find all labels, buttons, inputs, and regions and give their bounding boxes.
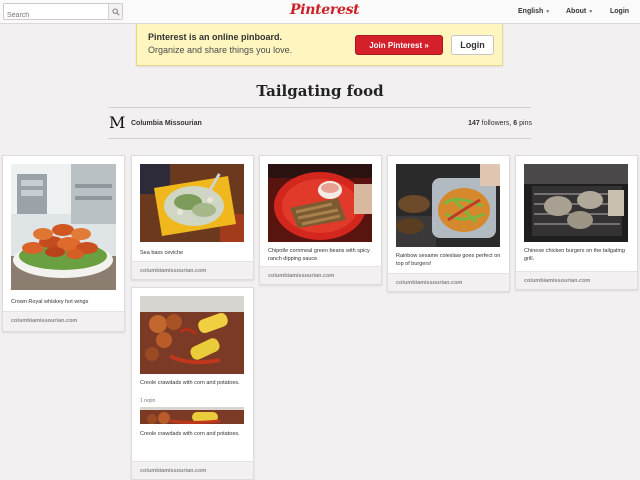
language-label: English [518,8,544,15]
divider [108,107,531,108]
about-label: About [566,8,587,15]
pin-description: Sea bass ceviche [140,250,184,256]
chevron-down-icon: ▼ [588,9,594,15]
owner-name-link[interactable]: Columbia Missourian [131,120,202,127]
pin-source-link[interactable]: columbiamissourian.com [388,273,509,291]
banner-login-button[interactable]: Login [451,35,494,55]
nav-login-link[interactable]: Login [610,8,629,15]
pin-description: Rainbow sesame coleslaw goes perfect on … [396,253,501,267]
pin-description: Creole crawdads with corn and potatoes. [140,380,240,386]
search-button[interactable] [108,4,122,19]
pin-source-link[interactable]: columbiamissourian.com [260,266,381,284]
search-input[interactable] [4,8,104,23]
pin-image-green-beans[interactable] [268,164,372,242]
pins-label: pins [519,120,532,127]
search-box[interactable] [3,3,123,23]
followers-label: followers, [481,120,512,127]
language-menu[interactable]: English ▼ [518,8,550,15]
banner-subtitle: Organize and share things you love. [148,45,293,55]
signup-banner: Pinterest is an online pinboard. Organiz… [136,24,503,66]
top-nav: Pinterest English▼ About▼ Login [0,0,640,24]
pin-card[interactable]: Crown Royal whiskey hot wings columbiami… [2,155,125,332]
pin-description: Chipotle cornmeal green beans with spicy… [268,248,370,262]
banner-title: Pinterest is an online pinboard. [148,32,283,42]
pins-count: 6 [513,120,518,127]
chevron-down-icon: ▼ [545,9,551,15]
pin-card[interactable]: Chipotle cornmeal green beans with spicy… [259,155,382,285]
pin-image-wings[interactable] [11,164,116,290]
pin-description: Chinese chicken burgers on the tailgatin… [524,248,625,262]
pin-description: Creole crawdads with corn and potatoes. [140,431,240,437]
pin-card[interactable]: Creole crawdads with corn and potatoes. … [131,287,254,480]
pin-source-link[interactable]: columbiamissourian.com [3,311,124,331]
pin-card[interactable]: Rainbow sesame coleslaw goes perfect on … [387,155,510,292]
repin-count: 1 repin [140,398,156,404]
pin-source-link[interactable]: columbiamissourian.com [132,261,253,279]
pin-description: Crown Royal whiskey hot wings [11,299,89,305]
about-menu[interactable]: About ▼ [566,8,593,15]
search-icon [111,7,120,16]
pin-card[interactable]: Sea bass ceviche columbiamissourian.com [131,155,254,280]
join-pinterest-button[interactable]: Join Pinterest » [355,35,443,55]
divider [108,138,531,139]
board-title: Tailgating food [256,82,384,100]
board-stats: 147 followers, 6 pins [468,120,532,127]
pin-source-link[interactable]: columbiamissourian.com [132,461,253,479]
pin-image-crawdads-strip[interactable] [140,407,244,424]
owner-avatar[interactable]: M [109,113,125,132]
pin-source-link[interactable]: columbiamissourian.com [516,271,637,289]
followers-count[interactable]: 147 [468,120,480,127]
pinterest-logo[interactable]: Pinterest [290,2,360,18]
pin-image-ceviche[interactable] [140,164,244,242]
pin-image-chicken-burgers[interactable] [524,164,628,242]
pin-image-coleslaw[interactable] [396,164,500,247]
pin-card[interactable]: Chinese chicken burgers on the tailgatin… [515,155,638,290]
pin-image-crawdads[interactable] [140,296,244,374]
